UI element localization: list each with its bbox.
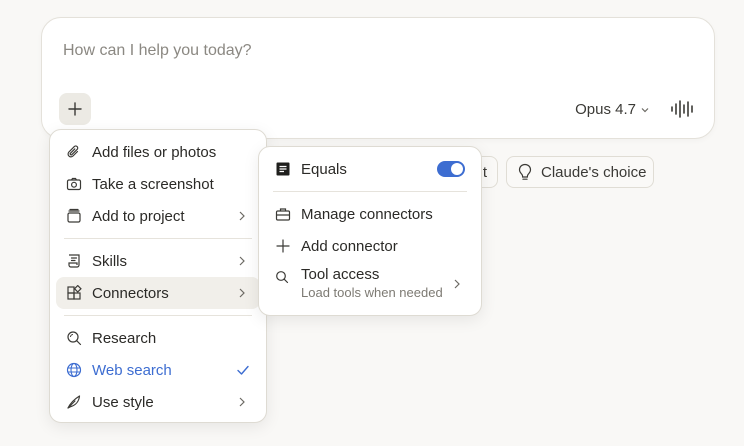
menu-item-use-style[interactable]: Use style [56, 386, 260, 418]
menu-item-screenshot[interactable]: Take a screenshot [56, 168, 260, 200]
chevron-right-icon [239, 211, 245, 221]
menu-item-label: Web search [92, 361, 172, 379]
feather-icon [67, 395, 81, 409]
tool-access-item[interactable]: Tool access Load tools when needed [265, 262, 475, 306]
menu-item-add-files[interactable]: Add files or photos [56, 136, 260, 168]
menu-divider [64, 315, 252, 316]
menu-item-label: Add files or photos [92, 143, 217, 161]
composer: How can I help you today? Opus 4.7 [41, 17, 715, 139]
project-icon [67, 208, 81, 223]
plus-icon [276, 239, 290, 253]
checkmark-icon [237, 365, 249, 375]
prompt-input[interactable]: How can I help you today? [63, 42, 252, 60]
menu-item-web-search[interactable]: Web search [56, 354, 260, 386]
add-content-button[interactable] [59, 93, 91, 125]
menu-item-label: Use style [92, 393, 154, 411]
voice-icon[interactable] [670, 100, 696, 118]
equals-toggle[interactable] [437, 161, 465, 177]
menu-divider [64, 238, 252, 239]
manage-connectors-label: Manage connectors [301, 205, 433, 223]
add-connector-label: Add connector [301, 237, 398, 255]
menu-item-label: Skills [92, 252, 128, 270]
suggestion-chip-label: t [482, 163, 487, 181]
connector-equals[interactable]: Equals [265, 153, 475, 185]
equals-icon [276, 162, 290, 176]
menu-item-label: Connectors [92, 284, 169, 302]
menu-item-label: Research [92, 329, 157, 347]
add-connector-item[interactable]: Add connector [265, 230, 475, 262]
chevron-right-icon [239, 397, 245, 407]
connectors-icon [67, 285, 82, 300]
skills-icon [68, 254, 80, 268]
menu-item-skills[interactable]: Skills [56, 245, 260, 277]
manage-connectors-item[interactable]: Manage connectors [265, 198, 475, 230]
menu-item-research[interactable]: Research [56, 322, 260, 354]
chevron-right-icon [239, 288, 245, 298]
chevron-right-icon [454, 279, 460, 289]
claudes-choice-label: Claude's choice [541, 163, 647, 181]
menu-item-label: Take a screenshot [92, 175, 214, 193]
camera-icon [66, 177, 82, 191]
chevron-down-icon [641, 107, 649, 112]
model-label: Opus 4.7 [575, 101, 636, 118]
globe-icon [66, 362, 82, 378]
paperclip-icon [67, 145, 79, 158]
submenu-divider [273, 191, 467, 192]
menu-item-connectors[interactable]: Connectors [56, 277, 260, 309]
lightbulb-icon [518, 163, 532, 180]
plus-icon [68, 102, 82, 116]
add-content-menu: Add files or photos Take a screenshot Ad… [49, 129, 267, 423]
model-selector[interactable]: Opus 4.7 [575, 101, 650, 118]
tool-access-description: Load tools when needed [301, 285, 443, 300]
claudes-choice-chip[interactable]: Claude's choice [506, 156, 654, 188]
toolbox-icon [275, 208, 291, 221]
search-icon [276, 271, 289, 284]
tool-access-label: Tool access [301, 266, 380, 283]
connector-equals-label: Equals [301, 160, 347, 178]
connectors-submenu: Equals Manage connectors Add connector T… [258, 146, 482, 316]
menu-item-add-to-project[interactable]: Add to project [56, 200, 260, 232]
chevron-right-icon [239, 256, 245, 266]
menu-item-label: Add to project [92, 207, 185, 225]
research-icon [67, 331, 82, 346]
